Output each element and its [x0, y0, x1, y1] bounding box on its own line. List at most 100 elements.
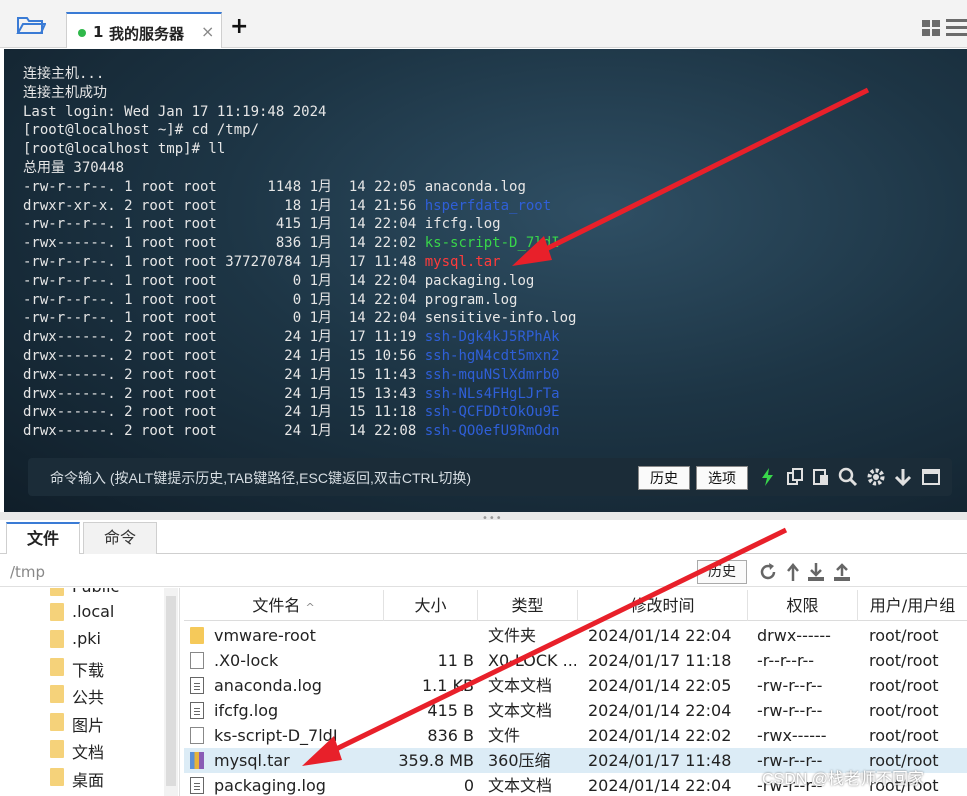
cell-name: packaging.log [214, 776, 326, 795]
folder-open-icon[interactable] [16, 14, 47, 36]
cell-permissions: -rw-r--r-- [757, 701, 823, 720]
folder-icon [50, 658, 64, 676]
tree-item-pictures[interactable]: 图片 [50, 709, 170, 735]
terminal-output: 连接主机... 连接主机成功 Last login: Wed Jan 17 11:1… [23, 65, 576, 441]
file-icon [190, 727, 204, 744]
cell-name: vmware-root [214, 626, 316, 645]
listing-filename: program.log [424, 291, 518, 308]
cell-size: 359.8 MB [398, 751, 474, 770]
cell-size: 415 B [427, 701, 474, 720]
column-type[interactable]: 类型 [478, 590, 578, 621]
terminal-line: Last login: Wed Jan 17 11:19:48 2024 [23, 103, 327, 120]
terminal-listing-line: -rw-r--r--. 1 root root 415 1月 14 22:04 … [23, 215, 576, 234]
terminal-listing-line: drwx------. 2 root root 24 1月 15 10:56 s… [23, 347, 576, 366]
paste-icon[interactable] [811, 467, 831, 487]
options-button[interactable]: 选项 [696, 466, 748, 490]
table-row[interactable]: ks-script-D_7ldI 836 B 文件 2024/01/14 22:02 -… [184, 723, 967, 748]
cell-name: mysql.tar [214, 751, 290, 770]
listing-attributes: drwx------. 2 root root 24 1月 14 22:08 [23, 423, 425, 440]
tree-item-local[interactable]: .local [50, 599, 170, 625]
tree-item-pki[interactable]: .pki [50, 626, 170, 652]
tab-title: 我的服务器 [109, 25, 185, 43]
column-permissions[interactable]: 权限 [748, 590, 858, 621]
terminal-listing-line: drwx------. 2 root root 24 1月 14 22:08 s… [23, 422, 576, 441]
column-owner[interactable]: 用户/用户组 [858, 590, 967, 621]
add-tab-button[interactable]: + [230, 16, 248, 38]
cell-name: anaconda.log [214, 676, 322, 695]
file-icon [190, 652, 204, 669]
listing-attributes: drwxr-xr-x. 2 root root 18 1月 14 21:56 [23, 197, 425, 214]
cell-size: 836 B [427, 726, 474, 745]
column-mtime[interactable]: 修改时间 [578, 590, 748, 621]
tree-scrollbar[interactable] [164, 588, 178, 796]
gear-icon[interactable] [866, 467, 886, 487]
close-icon[interactable]: × [201, 22, 214, 41]
cell-name: ifcfg.log [214, 701, 279, 720]
command-input-bar[interactable]: 命令输入 (按ALT键提示历史,TAB键路径,ESC键返回,双击CTRL切换) … [28, 458, 952, 496]
grid-layout-icon[interactable] [922, 20, 942, 38]
table-row[interactable]: vmware-root 文件夹 2024/01/14 22:04 drwx------… [184, 623, 967, 648]
terminal-pane[interactable]: 连接主机... 连接主机成功 Last login: Wed Jan 17 11:1… [4, 49, 967, 512]
cell-size [384, 623, 474, 648]
folder-icon [50, 685, 64, 703]
copy-icon[interactable] [785, 467, 805, 487]
listing-attributes: -rw-r--r--. 1 root root 0 1月 14 22:04 [23, 310, 425, 327]
cell-type: 文本文档 [488, 676, 553, 695]
command-input[interactable]: 命令输入 (按ALT键提示历史,TAB键路径,ESC键返回,双击CTRL切换) [50, 468, 471, 488]
folder-icon [190, 627, 204, 644]
listing-filename: ssh-QCFDDtOkOu9E [424, 404, 560, 421]
table-row[interactable]: anaconda.log 1.1 KB 文本文档 2024/01/14 22:05 -r… [184, 673, 967, 698]
menu-icon[interactable] [946, 19, 967, 39]
table-row[interactable]: .X0-lock 11 B X0-LOCK ... 2024/01/17 11:18 -… [184, 648, 967, 673]
tab-commands[interactable]: 命令 [83, 522, 157, 554]
terminal-listing-line: drwx------. 2 root root 24 1月 15 13:43 s… [23, 385, 576, 404]
listing-attributes: -rw-r--r--. 1 root root 0 1月 14 22:04 [23, 291, 425, 308]
watermark: CSDN @栈老师不回家 [762, 771, 925, 788]
download-icon[interactable] [806, 562, 826, 582]
cell-type: 文件夹 [488, 626, 537, 645]
cell-name: ks-script-D_7ldI [214, 726, 338, 745]
cell-size: 0 [463, 776, 474, 795]
cell-mtime: 2024/01/17 11:48 [588, 751, 732, 770]
tree-item-documents[interactable]: 文档 [50, 736, 170, 762]
cell-mtime: 2024/01/14 22:02 [588, 726, 732, 745]
path-input[interactable]: /tmp [10, 563, 45, 581]
cell-mtime: 2024/01/14 22:04 [588, 626, 732, 645]
folder-icon [50, 740, 64, 758]
text-file-icon [190, 777, 204, 794]
tree-item-desktop[interactable]: 桌面 [50, 764, 170, 790]
terminal-line: 连接主机... [23, 66, 105, 82]
cell-permissions: -rw-r--r-- [757, 676, 823, 695]
history-button[interactable]: 历史 [638, 466, 690, 490]
terminal-listing-line: -rw-r--r--. 1 root root 377270784 1月 17 … [23, 253, 576, 272]
cell-owner: root/root [869, 626, 939, 645]
lightning-icon[interactable] [758, 467, 778, 487]
cell-owner: root/root [869, 701, 939, 720]
refresh-icon[interactable] [758, 562, 778, 582]
table-row[interactable]: ifcfg.log 415 B 文本文档 2024/01/14 22:04 -rw-r-… [184, 698, 967, 723]
column-name[interactable]: 文件名 ^ [184, 590, 384, 621]
listing-attributes: drwx------. 2 root root 24 1月 15 13:43 [23, 385, 425, 402]
column-size[interactable]: 大小 [384, 590, 478, 621]
tree-item-public-cn[interactable]: 公共 [50, 681, 170, 707]
terminal-listing-line: -rwx------. 1 root root 836 1月 14 22:02 … [23, 234, 576, 253]
listing-filename: hsperfdata_root [424, 197, 552, 214]
tree-item-downloads[interactable]: 下载 [50, 654, 170, 680]
tree-scrollbar-thumb[interactable] [166, 596, 176, 786]
search-icon[interactable] [838, 467, 858, 487]
tab-my-server[interactable]: 1 我的服务器 × [66, 12, 222, 48]
listing-filename: ks-script-D_7ldI [424, 235, 560, 252]
path-history-button[interactable]: 历史 [697, 560, 747, 584]
cell-size: 11 B [437, 651, 474, 670]
download-arrow-icon[interactable] [893, 467, 913, 487]
listing-filename: ssh-NLs4FHgLJrTa [424, 385, 560, 402]
tab-files[interactable]: 文件 [6, 522, 80, 554]
text-file-icon [190, 702, 204, 719]
up-arrow-icon[interactable] [784, 562, 804, 582]
listing-attributes: -rw-r--r--. 1 root root 1148 1月 14 22:05 [23, 178, 425, 195]
upload-icon[interactable] [832, 562, 852, 582]
cell-mtime: 2024/01/14 22:05 [588, 676, 732, 695]
pane-splitter[interactable]: ••• [0, 512, 967, 524]
window-icon[interactable] [921, 467, 941, 487]
listing-filename: mysql.tar [424, 253, 501, 270]
